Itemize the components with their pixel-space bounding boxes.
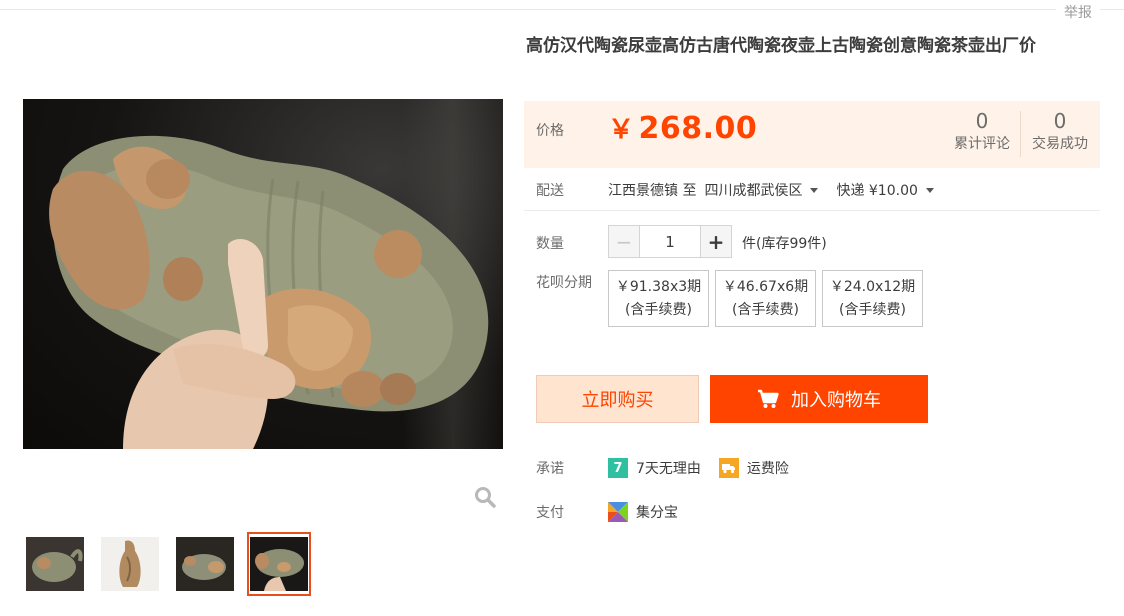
price-panel: 价格 ￥ 268.00 0 累计评论 0 交易成功 [524,101,1100,168]
stat-reviews-label: 累计评论 [954,136,1010,152]
thumbnail-1[interactable] [23,532,87,596]
thumbnail-2-image [101,537,159,591]
freight-insurance-icon [718,458,739,478]
payment-method: 集分宝 [636,505,678,521]
shipping-method: 快递 ¥10.00 [836,183,918,199]
installment-amount: ￥91.38x3期 [615,279,702,295]
ceramic-pot-picture [49,135,489,449]
quantity-label: 数量 [536,236,564,252]
buy-now-button[interactable]: 立即购买 [536,375,699,423]
quantity-input[interactable] [640,225,700,258]
add-to-cart-label: 加入购物车 [791,390,881,411]
installment-amount: ￥46.67x6期 [722,279,809,295]
delivery-label: 配送 [536,183,564,199]
shipping-method-select[interactable]: 快递 ¥10.00 [836,180,934,200]
thumbnail-strip [23,532,323,596]
magnifier-icon[interactable] [474,486,496,508]
promise-row: 7 7天无理由 运费险 [608,458,807,478]
product-title: 高仿汉代陶瓷尿壶高仿古唐代陶瓷夜壶上古陶瓷创意陶瓷茶壶出厂价 [526,36,1036,56]
installment-options: ￥91.38x3期 (含手续费) ￥46.67x6期 (含手续费) ￥24.0x… [608,270,929,327]
installment-fee-note: (含手续费) [625,302,692,318]
installment-label: 花呗分期 [536,275,592,291]
price-label: 价格 [536,123,564,139]
installment-fee-note: (含手续费) [732,302,799,318]
section-divider [524,210,1100,211]
delivery-destination: 四川成都武侯区 [704,183,803,199]
price-value: ￥ 268.00 [608,109,757,146]
add-to-cart-button[interactable]: 加入购物车 [710,375,928,423]
promise-freight-insurance[interactable]: 运费险 [718,458,789,478]
stat-reviews-count: 0 [975,109,989,133]
installment-amount: ￥24.0x12期 [829,279,916,295]
thumbnail-3[interactable] [173,532,237,596]
installment-option-3[interactable]: ￥91.38x3期 (含手续费) [608,270,709,327]
thumbnail-3-image [176,537,234,591]
installment-fee-note: (含手续费) [839,302,906,318]
quantity-stepper: − + [608,225,732,258]
report-link[interactable]: 举报 [1056,2,1100,22]
stat-reviews[interactable]: 0 累计评论 [942,109,1022,155]
thumbnail-2[interactable] [98,532,162,596]
shopping-cart-icon [758,389,779,408]
delivery-destination-select[interactable]: 四川成都武侯区 [704,180,819,200]
thumbnail-4-image [250,537,308,591]
jifenbao-icon [608,502,628,522]
quantity-increase-button[interactable]: + [700,225,732,258]
seven-day-return-icon: 7 [608,458,628,478]
stock-info: 件(库存99件) [742,236,827,252]
price-amount: 268.00 [638,111,758,146]
quantity-decrease-button[interactable]: − [608,225,640,258]
delivery-origin: 江西景德镇 至 [608,183,697,199]
promise-7day-text: 7天无理由 [636,461,701,477]
chevron-down-icon [925,187,934,193]
stat-transactions-label: 交易成功 [1032,136,1088,152]
payment-label: 支付 [536,505,564,521]
stat-transactions[interactable]: 0 交易成功 [1020,109,1100,155]
promise-freight-text: 运费险 [746,461,789,477]
stat-transactions-count: 0 [1053,109,1067,133]
top-divider [0,9,1124,10]
delivery-row: 江西景德镇 至 四川成都武侯区 快递 ¥10.00 [608,180,934,200]
promise-label: 承诺 [536,461,564,477]
main-product-image[interactable] [23,99,503,449]
promise-7day-return[interactable]: 7 7天无理由 [608,458,701,478]
chevron-down-icon [810,187,819,193]
installment-option-12[interactable]: ￥24.0x12期 (含手续费) [822,270,923,327]
thumbnail-1-image [26,537,84,591]
payment-row[interactable]: 集分宝 [608,502,678,522]
thumbnail-4[interactable] [247,532,311,596]
installment-option-6[interactable]: ￥46.67x6期 (含手续费) [715,270,816,327]
currency-symbol: ￥ [608,115,635,145]
